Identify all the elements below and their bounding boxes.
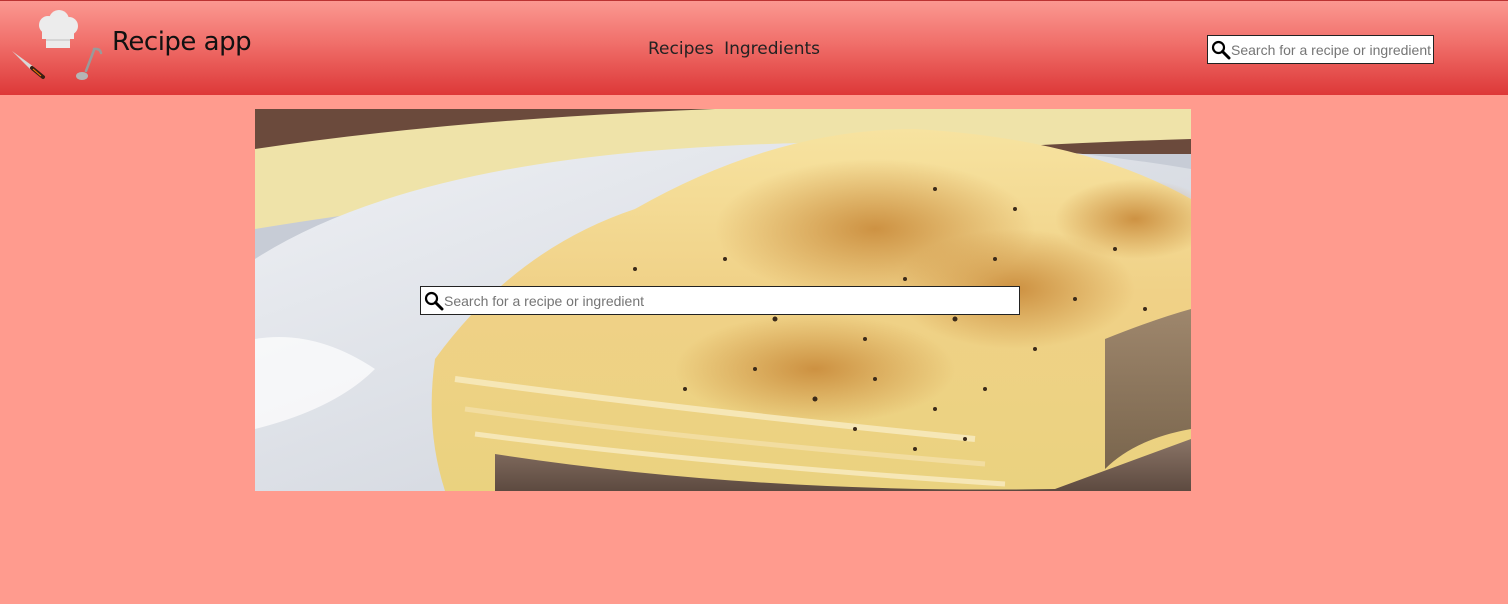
main-nav: Recipes Ingredients xyxy=(648,39,820,59)
nav-recipes[interactable]: Recipes xyxy=(648,39,714,59)
header-search-input[interactable] xyxy=(1231,36,1431,63)
nav-ingredients[interactable]: Ingredients xyxy=(724,39,820,59)
chef-hat-icon xyxy=(39,10,78,48)
search-icon xyxy=(1211,40,1231,60)
search-icon xyxy=(424,291,444,311)
app-logo[interactable] xyxy=(8,9,108,87)
knife-icon xyxy=(12,51,45,79)
hero-search-box xyxy=(420,286,1020,315)
ladle-icon xyxy=(76,47,103,80)
app-title: Recipe app xyxy=(112,27,252,57)
hero-search-input[interactable] xyxy=(444,287,1014,314)
header-search-box xyxy=(1207,35,1434,64)
app-header: Recipe app Recipes Ingredients xyxy=(0,0,1508,95)
hero-banner xyxy=(255,109,1191,491)
